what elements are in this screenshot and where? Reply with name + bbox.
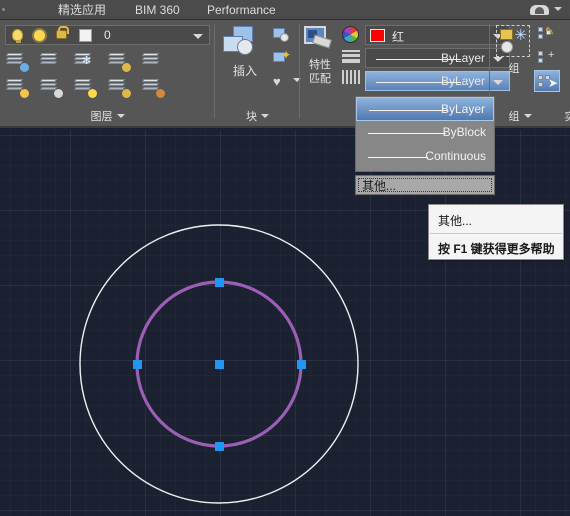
- tooltip-help-text: 按 F1 键获得更多帮助: [438, 242, 555, 256]
- lineweight-value: ByLayer: [440, 51, 485, 65]
- insert-block-icon[interactable]: [223, 26, 265, 60]
- dropdown-item-bylayer[interactable]: ByLayer: [356, 97, 494, 121]
- layer-on-bulb-icon[interactable]: [12, 29, 23, 43]
- autocad-window: 精选应用 BIM 360 Performance 0 ✻ 图层 插入 ✦ ♥ 块…: [0, 0, 570, 516]
- tab-featured-apps[interactable]: 精选应用: [58, 1, 106, 19]
- chevron-down-icon[interactable]: [554, 7, 562, 11]
- ribbon-tab-strip: 精选应用 BIM 360 Performance: [0, 0, 570, 20]
- layer-match-icon[interactable]: [142, 76, 165, 98]
- layer-name: 0: [104, 28, 111, 42]
- layer-color-swatch[interactable]: [79, 29, 92, 42]
- dropdown-item-other[interactable]: 其他...: [355, 175, 495, 195]
- layer-lock-icon[interactable]: [108, 50, 131, 72]
- grip-center[interactable]: [215, 360, 224, 369]
- grip-left[interactable]: [133, 360, 142, 369]
- tooltip-divider: [430, 233, 562, 234]
- panel-group: ✳ 组 ✎ + ➤ 组: [490, 20, 560, 126]
- edit-attribute-icon[interactable]: ✦: [271, 48, 293, 68]
- layer-on-icon[interactable]: [6, 76, 29, 98]
- linetype-dropdown-list[interactable]: ByLayer ByBlock Continuous: [355, 96, 495, 172]
- dropdown-item-byblock[interactable]: ByBlock: [356, 121, 494, 145]
- layer-combo[interactable]: 0: [5, 25, 210, 45]
- chevron-down-icon[interactable]: [193, 34, 203, 39]
- layer-freeze-icon[interactable]: ✻: [74, 50, 96, 70]
- layer-unlock-icon-2[interactable]: [108, 76, 131, 98]
- grip-right[interactable]: [297, 360, 306, 369]
- layer-properties-icon[interactable]: [6, 50, 29, 72]
- panel-label-block[interactable]: 块: [215, 108, 300, 124]
- insert-label: 插入: [232, 64, 257, 78]
- layer-thaw-all-icon[interactable]: [74, 76, 97, 98]
- block-editor-icon[interactable]: [271, 25, 293, 45]
- match-properties-label: 特性 匹配: [309, 59, 331, 85]
- group-button-label: 组: [508, 63, 520, 75]
- layer-unlock-icon[interactable]: [56, 26, 69, 39]
- dropdown-item-continuous[interactable]: Continuous: [356, 145, 494, 169]
- match-properties-icon[interactable]: [304, 26, 334, 56]
- cloud-sync-icon[interactable]: [530, 3, 550, 16]
- tab-strip-dot: [2, 8, 5, 11]
- panel-label-group[interactable]: 组: [490, 108, 550, 124]
- layer-make-current-icon[interactable]: [142, 50, 164, 70]
- color-wheel-icon[interactable]: [342, 26, 359, 43]
- tooltip-title: 其他...: [438, 214, 473, 228]
- create-group-icon[interactable]: ✳: [496, 25, 530, 57]
- panel-next-partial: 实: [560, 20, 570, 126]
- panel-block: 插入 ✦ ♥ 块: [215, 20, 301, 126]
- group-selection-toggle[interactable]: ➤: [534, 70, 560, 92]
- lineweight-icon[interactable]: [342, 50, 360, 64]
- tooltip: 其他... 按 F1 键获得更多帮助: [428, 204, 564, 260]
- panel-label-layers[interactable]: 图层: [0, 108, 215, 124]
- grip-bottom[interactable]: [215, 442, 224, 451]
- grip-top[interactable]: [215, 278, 224, 287]
- add-to-group-icon[interactable]: +: [536, 48, 558, 68]
- tab-performance[interactable]: Performance: [207, 1, 276, 19]
- layer-thaw-sun-icon[interactable]: [34, 30, 45, 41]
- edit-group-icon[interactable]: ✎: [536, 25, 558, 45]
- linetype-value: ByLayer: [440, 74, 485, 88]
- layer-unisolate-icon[interactable]: [40, 76, 63, 98]
- linetype-icon[interactable]: [342, 70, 360, 84]
- panel-layers: 0 ✻ 图层: [0, 20, 215, 126]
- color-value: 红: [392, 30, 405, 44]
- tab-bim360[interactable]: BIM 360: [135, 1, 180, 19]
- define-attributes-icon[interactable]: ♥: [271, 71, 293, 91]
- layer-isolate-icon[interactable]: [40, 50, 62, 70]
- color-swatch-red: [370, 29, 385, 42]
